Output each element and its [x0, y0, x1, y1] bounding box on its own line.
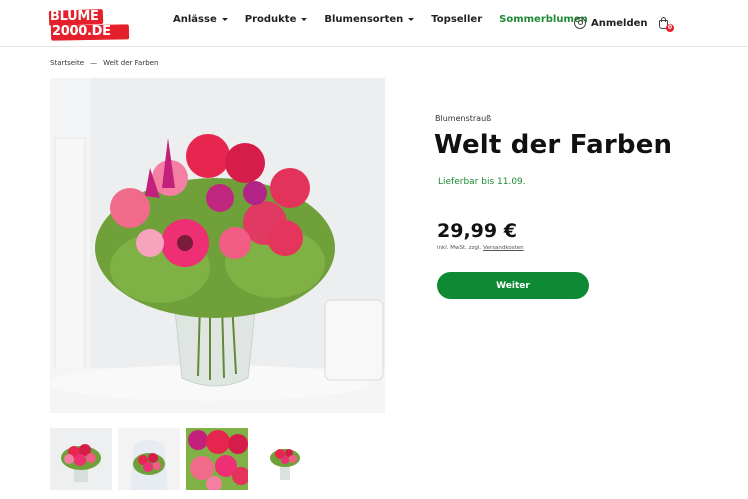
bouquet-closeup-thumbnail-icon	[186, 428, 248, 490]
breadcrumb-separator: —	[90, 59, 98, 67]
nav-item-blumensorten[interactable]: Blumensorten	[324, 14, 415, 25]
breadcrumb-home-link[interactable]: Startseite	[50, 59, 84, 67]
nav-item-label: Topseller	[431, 14, 483, 25]
bouquet-thumbnail-icon	[50, 428, 112, 490]
nav-item-label: Produkte	[244, 14, 297, 25]
product-title: Welt der Farben	[434, 130, 673, 160]
product-price: 29,99 €	[437, 220, 517, 242]
main-navigation: Anlässe Produkte Blumensorten Topseller …	[173, 14, 605, 25]
bouquet-image	[50, 78, 385, 413]
site-header: BLUME 2000.DE Anlässe Produkte Blumensor…	[0, 0, 748, 47]
cart-button[interactable]: 0	[657, 16, 675, 32]
nav-item-anlaesse[interactable]: Anlässe	[173, 14, 228, 25]
breadcrumb-current: Welt der Farben	[103, 59, 159, 67]
availability-status: Lieferbar bis 11.09.	[438, 177, 526, 187]
chevron-down-icon	[221, 18, 228, 21]
thumbnail-bouquet-small[interactable]	[254, 428, 316, 490]
person-holding-bouquet-thumbnail-icon	[118, 428, 180, 490]
login-label: Anmelden	[591, 17, 648, 29]
tax-note-text: inkl. MwSt. zzgl.	[437, 245, 482, 251]
thumbnail-person-with-bouquet[interactable]	[118, 428, 180, 490]
thumbnail-bouquet[interactable]	[50, 428, 112, 490]
chevron-down-icon	[301, 18, 308, 21]
login-button[interactable]: Anmelden	[574, 17, 648, 29]
nav-item-produkte[interactable]: Produkte	[245, 14, 308, 25]
bouquet-small-thumbnail-icon	[254, 428, 316, 490]
shipping-costs-link[interactable]: Versandkosten	[483, 245, 523, 251]
product-category: Blumenstrauß	[435, 114, 492, 123]
logo-text-line2: 2000.DE	[52, 24, 111, 39]
nav-item-label: Anlässe	[173, 14, 217, 25]
cart-count-badge: 0	[666, 24, 674, 32]
nav-item-topseller[interactable]: Topseller	[431, 14, 482, 25]
product-main-image[interactable]	[50, 78, 385, 413]
tax-note: inkl. MwSt. zzgl. Versandkosten	[437, 245, 524, 251]
continue-button[interactable]: Weiter	[437, 272, 589, 299]
thumbnail-bouquet-closeup[interactable]	[186, 428, 248, 490]
logo-text-line1: BLUME	[50, 9, 99, 24]
blume2000-logo[interactable]: BLUME 2000.DE	[48, 9, 130, 44]
chevron-down-icon	[408, 18, 415, 21]
breadcrumb: Startseite — Welt der Farben	[50, 59, 158, 67]
thumbnail-strip	[50, 428, 322, 490]
nav-item-label: Blumensorten	[324, 14, 404, 25]
user-icon	[574, 17, 586, 29]
